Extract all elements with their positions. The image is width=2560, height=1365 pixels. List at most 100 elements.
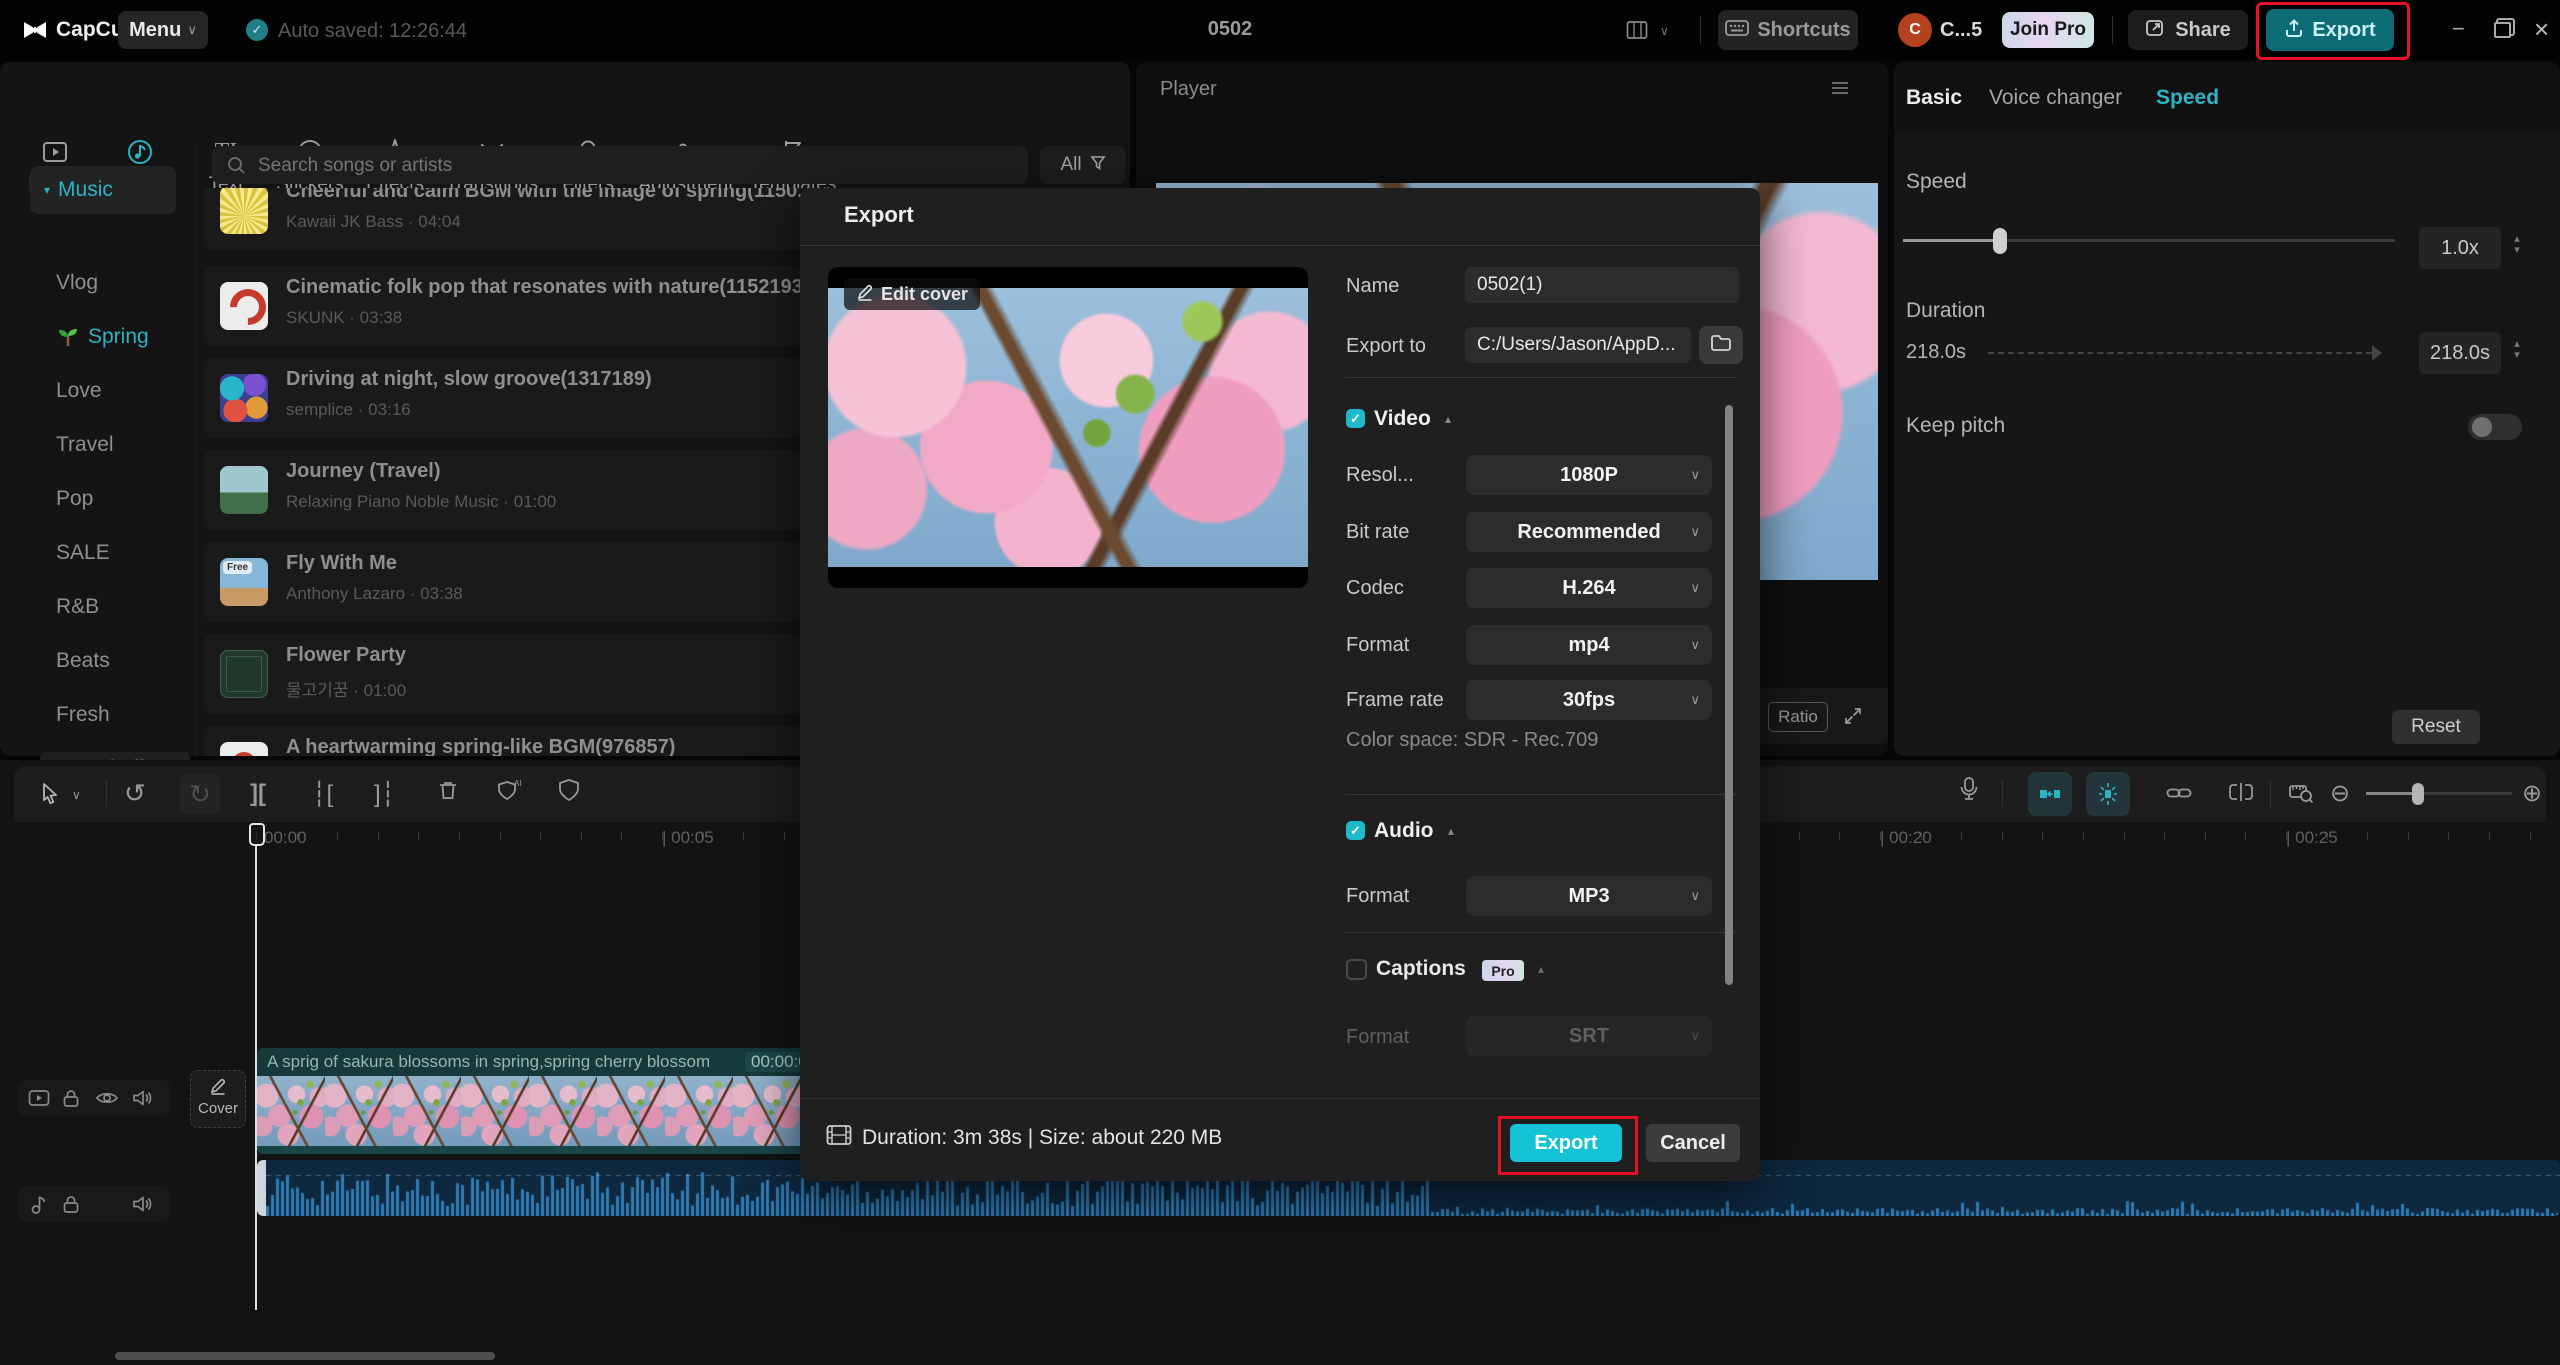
layout-icon[interactable] <box>1626 20 1648 45</box>
tab-speed[interactable]: Speed <box>2156 86 2219 110</box>
sidebar-item-sale[interactable]: SALE <box>56 536 206 570</box>
speed-value-box[interactable]: 1.0x <box>2419 227 2501 269</box>
sidebar-item-vlog[interactable]: Vlog <box>56 266 206 300</box>
menu-button[interactable]: Menu ∨ <box>118 11 208 49</box>
shield-icon[interactable] <box>558 778 580 807</box>
collapse-icon[interactable]: ▴ <box>1538 962 1544 976</box>
share-button[interactable]: Share <box>2128 10 2248 50</box>
clip-title: A sprig of sakura blossoms in spring,spr… <box>267 1052 711 1071</box>
cover-button[interactable]: Cover <box>190 1070 246 1128</box>
setting-dropdown-format[interactable]: mp4 ∨ <box>1466 625 1712 665</box>
clip-left-handle[interactable] <box>257 1160 266 1216</box>
setting-dropdown-resol-[interactable]: 1080P ∨ <box>1466 455 1712 495</box>
captions-format-value: SRT <box>1569 1024 1609 1047</box>
search-input[interactable] <box>256 146 1010 186</box>
preview-zoom-icon[interactable] <box>2288 782 2314 809</box>
duration-stepper[interactable]: ▴ ▾ <box>2506 339 2528 361</box>
split-right-icon[interactable]: ]┆ <box>374 780 395 809</box>
duration-value-box[interactable]: 218.0s <box>2419 332 2501 374</box>
maximize-button[interactable] <box>2494 22 2511 38</box>
audio-format-dropdown[interactable]: MP3 ∨ <box>1466 876 1712 916</box>
sidebar-item-love[interactable]: Love <box>56 374 206 408</box>
tab-voice-changer[interactable]: Voice changer <box>1989 86 2122 110</box>
mirror-split-icon[interactable] <box>2228 782 2254 807</box>
shield-ai-icon[interactable]: AI <box>496 778 522 807</box>
join-pro-button[interactable]: Join Pro <box>2002 12 2094 48</box>
speaker-icon[interactable] <box>132 1089 154 1112</box>
collapse-icon[interactable]: ▴ <box>1448 824 1454 838</box>
browse-folder-button[interactable] <box>1699 326 1743 364</box>
song-thumbnail <box>220 650 268 698</box>
snap-button[interactable] <box>2028 772 2072 816</box>
filmstrip-frame <box>325 1076 393 1146</box>
keep-pitch-toggle[interactable] <box>2468 414 2522 440</box>
mic-icon[interactable] <box>1958 776 1980 807</box>
close-button[interactable]: × <box>2534 14 2549 45</box>
sidebar-item-r-b[interactable]: R&B <box>56 590 206 624</box>
tab-basic[interactable]: Basic <box>1906 86 1962 110</box>
filmstrip-frame <box>529 1076 597 1146</box>
setting-dropdown-codec[interactable]: H.264 ∨ <box>1466 568 1712 608</box>
redo-button[interactable]: ↻ <box>180 774 220 814</box>
audio-checkbox[interactable]: ✓ <box>1346 821 1365 840</box>
playhead-line[interactable] <box>255 846 257 1310</box>
shortcuts-label: Shortcuts <box>1757 18 1851 41</box>
auto-highlight-button[interactable] <box>2086 772 2130 816</box>
search-bar[interactable] <box>212 146 1028 186</box>
timeline-zoom-handle[interactable] <box>2412 783 2424 805</box>
speed-slider[interactable] <box>1903 226 2395 256</box>
speed-label: Speed <box>1906 170 1967 193</box>
split-left-icon[interactable]: ┆[ <box>312 780 333 809</box>
delete-icon[interactable] <box>436 778 460 807</box>
player-menu-icon[interactable] <box>1830 80 1850 101</box>
ruler-tick <box>1798 832 1800 840</box>
shortcuts-button[interactable]: Shortcuts <box>1718 10 1858 50</box>
reset-button[interactable]: Reset <box>2392 710 2480 744</box>
lock-icon[interactable] <box>62 1088 80 1113</box>
split-icon[interactable]: ][ <box>250 780 266 808</box>
minimize-button[interactable]: − <box>2452 16 2465 42</box>
video-checkbox[interactable]: ✓ <box>1346 409 1365 428</box>
setting-dropdown-frame-rate[interactable]: 30fps ∨ <box>1466 680 1712 720</box>
dialog-scrollbar[interactable] <box>1725 405 1733 985</box>
account-name[interactable]: C...5 <box>1940 19 1982 42</box>
ruler-tick <box>2123 832 2125 840</box>
select-tool-icon[interactable] <box>40 782 62 811</box>
sidebar-item-music[interactable]: ▾ Music <box>30 166 176 214</box>
undo-icon[interactable]: ↺ <box>124 778 146 809</box>
sidebar-item-travel[interactable]: Travel <box>56 428 206 462</box>
sidebar-item-fresh[interactable]: Fresh <box>56 698 206 732</box>
playhead-handle[interactable] <box>249 823 265 846</box>
name-input[interactable] <box>1465 267 1739 303</box>
horizontal-scrollbar[interactable] <box>115 1352 495 1360</box>
folder-icon <box>1710 334 1732 357</box>
dialog-cancel-button[interactable]: Cancel <box>1646 1124 1740 1162</box>
captions-checkbox[interactable] <box>1346 959 1367 980</box>
export-to-input[interactable] <box>1465 327 1691 363</box>
chevron-down-icon[interactable]: ∨ <box>72 786 81 804</box>
link-icon[interactable] <box>2166 784 2192 807</box>
ratio-button[interactable]: Ratio <box>1768 702 1828 732</box>
speaker-icon[interactable] <box>132 1195 154 1218</box>
avatar[interactable]: C <box>1898 13 1932 47</box>
ruler-tick <box>1920 832 1922 840</box>
setting-dropdown-bit-rate[interactable]: Recommended ∨ <box>1466 512 1712 552</box>
sidebar-item-spring[interactable]: Spring <box>56 320 206 354</box>
speed-stepper[interactable]: ▴ ▾ <box>2506 234 2528 256</box>
export-summary: Duration: 3m 38s | Size: about 220 MB <box>862 1126 1223 1149</box>
slider-handle[interactable] <box>1993 228 2007 254</box>
chevron-down-icon: ∨ <box>1690 888 1700 903</box>
edit-cover-button[interactable]: Edit cover <box>844 278 981 310</box>
layout-chevron-icon[interactable]: ∨ <box>1660 24 1669 38</box>
zoom-out-icon[interactable]: ⊖ <box>2330 779 2350 808</box>
sidebar-item-pop[interactable]: Pop <box>56 482 206 516</box>
pencil-icon <box>191 1077 245 1100</box>
collapse-icon[interactable]: ▴ <box>1445 412 1451 426</box>
filter-button[interactable]: All <box>1040 146 1126 184</box>
lock-icon[interactable] <box>62 1194 80 1219</box>
fullscreen-icon[interactable] <box>1842 705 1864 732</box>
sidebar-item-label: R&B <box>56 595 100 618</box>
eye-icon[interactable] <box>95 1090 119 1111</box>
zoom-in-icon[interactable]: ⊕ <box>2522 779 2542 808</box>
sidebar-item-beats[interactable]: Beats <box>56 644 206 678</box>
